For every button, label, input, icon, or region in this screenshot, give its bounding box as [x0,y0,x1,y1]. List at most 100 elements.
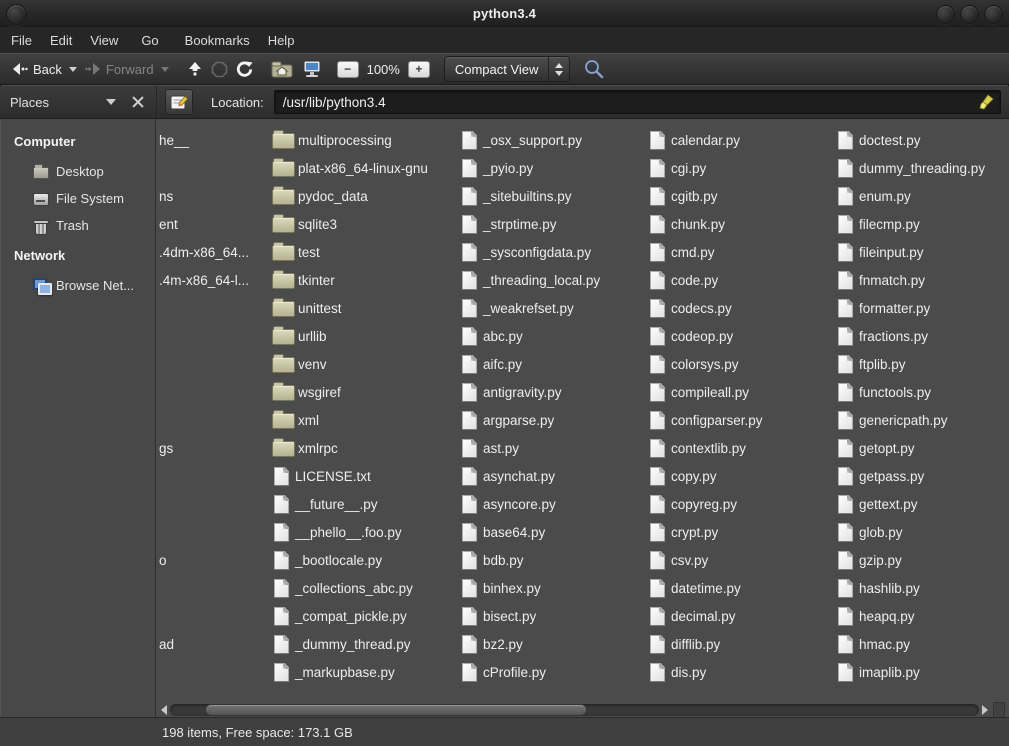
file-item-clipped[interactable] [158,518,272,546]
clear-brush-icon[interactable] [978,94,995,110]
file-item-clipped[interactable] [158,154,272,182]
file-item[interactable]: cmd.py [648,238,836,266]
file-item[interactable]: codeop.py [648,322,836,350]
file-item-clipped[interactable]: ad [158,630,272,658]
file-item[interactable]: venv [272,350,460,378]
file-item-clipped[interactable] [158,378,272,406]
file-item[interactable]: glob.py [836,518,1009,546]
forward-button[interactable]: Forward [81,59,173,80]
file-item-clipped[interactable]: he__ [158,126,272,154]
file-item[interactable]: _sitebuiltins.py [460,182,648,210]
file-item-clipped[interactable] [158,574,272,602]
file-item[interactable]: ast.py [460,434,648,462]
location-input[interactable]: /usr/lib/python3.4 [274,90,1001,114]
zoom-out-button[interactable]: − [337,61,359,78]
up-button[interactable] [183,58,207,80]
menu-item[interactable]: Go [132,29,167,52]
file-item[interactable]: asyncore.py [460,490,648,518]
file-item-clipped[interactable] [158,602,272,630]
file-item-clipped[interactable] [158,490,272,518]
file-item[interactable]: contextlib.py [648,434,836,462]
file-item[interactable]: bdb.py [460,546,648,574]
file-item[interactable]: configparser.py [648,406,836,434]
places-close-icon[interactable] [132,96,144,108]
file-item-clipped[interactable] [158,406,272,434]
file-item[interactable]: enum.py [836,182,1009,210]
file-item[interactable]: copyreg.py [648,490,836,518]
file-item[interactable]: hmac.py [836,630,1009,658]
file-item[interactable]: binhex.py [460,574,648,602]
file-item[interactable]: doctest.py [836,126,1009,154]
file-item[interactable]: filecmp.py [836,210,1009,238]
edit-location-button[interactable] [165,89,193,115]
desktop-button[interactable] [297,57,327,81]
stop-button[interactable] [207,58,232,81]
file-item-clipped[interactable] [158,350,272,378]
menu-item[interactable]: Edit [41,29,81,52]
file-item[interactable]: argparse.py [460,406,648,434]
file-item[interactable]: aifc.py [460,350,648,378]
file-item[interactable]: hashlib.py [836,574,1009,602]
file-item[interactable]: _compat_pickle.py [272,602,460,630]
sidebar-item[interactable]: Desktop [0,158,155,185]
file-item-clipped[interactable]: .4m-x86_64-l... [158,266,272,294]
file-item[interactable]: tkinter [272,266,460,294]
file-item[interactable]: _weakrefset.py [460,294,648,322]
view-mode-select[interactable]: Compact View [444,56,571,82]
file-item-clipped[interactable]: ent [158,210,272,238]
file-item-clipped[interactable]: .4dm-x86_64... [158,238,272,266]
view-mode-spinner[interactable] [548,57,569,81]
close-button[interactable] [984,5,1003,24]
file-item[interactable]: dummy_threading.py [836,154,1009,182]
menu-item[interactable]: Bookmarks [176,29,259,52]
forward-history-caret[interactable] [161,67,169,72]
file-item[interactable]: xml [272,406,460,434]
file-item[interactable]: colorsys.py [648,350,836,378]
file-item[interactable]: xmlrpc [272,434,460,462]
file-item-clipped[interactable] [158,322,272,350]
file-item[interactable]: __phello__.foo.py [272,518,460,546]
file-item[interactable]: cProfile.py [460,658,648,686]
file-item[interactable]: compileall.py [648,378,836,406]
file-item[interactable]: __future__.py [272,490,460,518]
zoom-in-button[interactable]: + [408,61,430,78]
file-item[interactable]: plat-x86_64-linux-gnu [272,154,460,182]
file-item[interactable]: urllib [272,322,460,350]
file-item[interactable]: fractions.py [836,322,1009,350]
menu-item[interactable]: Help [259,29,304,52]
file-item[interactable]: fileinput.py [836,238,1009,266]
file-item[interactable]: _threading_local.py [460,266,648,294]
file-item[interactable]: base64.py [460,518,648,546]
maximize-button[interactable] [960,5,979,24]
scroll-right-arrow[interactable] [982,705,988,715]
back-history-caret[interactable] [69,67,77,72]
file-item[interactable]: fnmatch.py [836,266,1009,294]
file-item[interactable]: crypt.py [648,518,836,546]
file-item[interactable]: decimal.py [648,602,836,630]
file-item[interactable]: imaplib.py [836,658,1009,686]
scroll-left-arrow[interactable] [161,705,167,715]
scrollbar-thumb[interactable] [205,704,587,716]
home-button[interactable] [267,58,297,81]
back-button[interactable]: Back [8,59,81,80]
file-item[interactable]: wsgiref [272,378,460,406]
window-menu-button[interactable] [6,4,27,25]
file-item[interactable]: unittest [272,294,460,322]
search-button[interactable] [580,56,608,82]
file-item[interactable]: bisect.py [460,602,648,630]
file-item[interactable]: abc.py [460,322,648,350]
file-item[interactable]: copy.py [648,462,836,490]
file-item[interactable]: antigravity.py [460,378,648,406]
file-item[interactable]: _bootlocale.py [272,546,460,574]
file-item[interactable]: csv.py [648,546,836,574]
file-item[interactable]: cgitb.py [648,182,836,210]
file-item-clipped[interactable] [158,658,272,686]
scrollbar-track[interactable] [170,704,979,716]
file-item-clipped[interactable] [158,462,272,490]
file-item[interactable]: _dummy_thread.py [272,630,460,658]
menu-item[interactable]: File [2,29,41,52]
file-item[interactable]: pydoc_data [272,182,460,210]
file-item[interactable]: getopt.py [836,434,1009,462]
sidebar-item[interactable]: File System [0,185,155,212]
file-item-clipped[interactable]: gs [158,434,272,462]
